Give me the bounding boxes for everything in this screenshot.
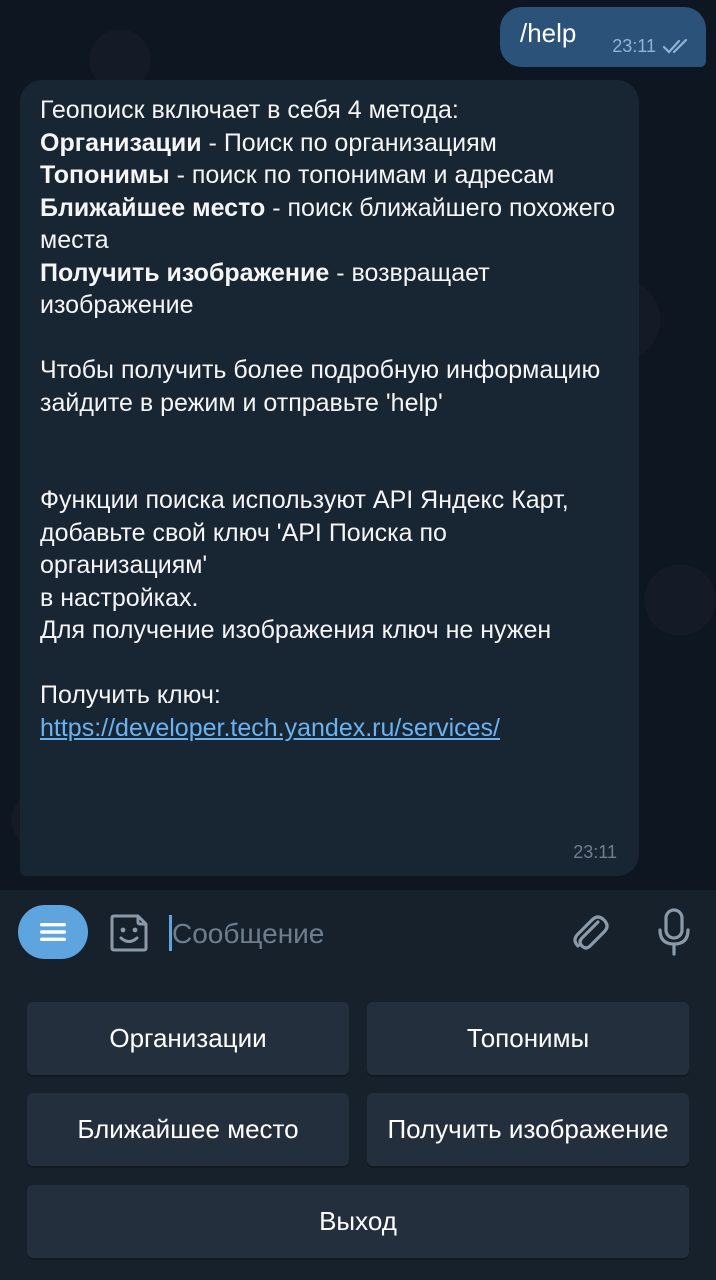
api-text: добавьте свой ключ 'API Поиска по органи… [40,518,447,580]
api-text: в настройках. [40,583,199,612]
bot-menu-button[interactable] [18,905,88,959]
message-input[interactable] [170,910,554,958]
method-item: Топонимы - поиск по топонимам и адресам [40,161,555,189]
message-intro: Геопоиск включает в себя 4 метода: [40,96,459,124]
double-check-icon [662,38,688,54]
message-input-bar [0,890,716,974]
outgoing-message-text: /help [520,17,577,48]
chat-area[interactable]: /help 23:11 Геопоиск включает в себя 4 м… [0,0,716,890]
get-image-button[interactable]: Получить изображение [367,1093,689,1166]
toponyms-button[interactable]: Топонимы [367,1002,689,1075]
bot-reply-keyboard: Организации Топонимы Ближайшее место Пол… [0,974,716,1280]
incoming-message[interactable]: Геопоиск включает в себя 4 метода: Орган… [20,80,639,876]
exit-button[interactable]: Выход [27,1185,689,1258]
key-label: Получить ключ: [40,681,221,709]
nearest-place-button[interactable]: Ближайшее место [27,1093,349,1166]
sticker-emoji-icon[interactable] [106,910,152,956]
details-text: зайдите в режим и отправьте 'help' [40,388,443,417]
method-item: Получить изображение - возвращает изобра… [40,258,490,320]
microphone-icon[interactable] [652,906,696,958]
organizations-button[interactable]: Организации [27,1002,349,1075]
developer-link[interactable]: https://developer.tech.yandex.ru/service… [40,714,500,742]
menu-icon [40,923,66,941]
incoming-message-time: 23:11 [573,841,617,862]
outgoing-message-time: 23:11 [612,35,656,56]
api-text: Для получение изображения ключ не нужен [40,616,552,644]
outgoing-message[interactable]: /help 23:11 [500,7,706,67]
details-text: Чтобы получить более подробную информаци… [40,356,601,384]
method-item: Организации - Поиск по организациям [40,128,497,157]
api-text: Функции поиска используют API Яндекс Кар… [40,486,569,514]
attach-icon[interactable] [568,908,612,956]
method-item: Ближайшее место - поиск ближайшего похож… [40,193,616,255]
